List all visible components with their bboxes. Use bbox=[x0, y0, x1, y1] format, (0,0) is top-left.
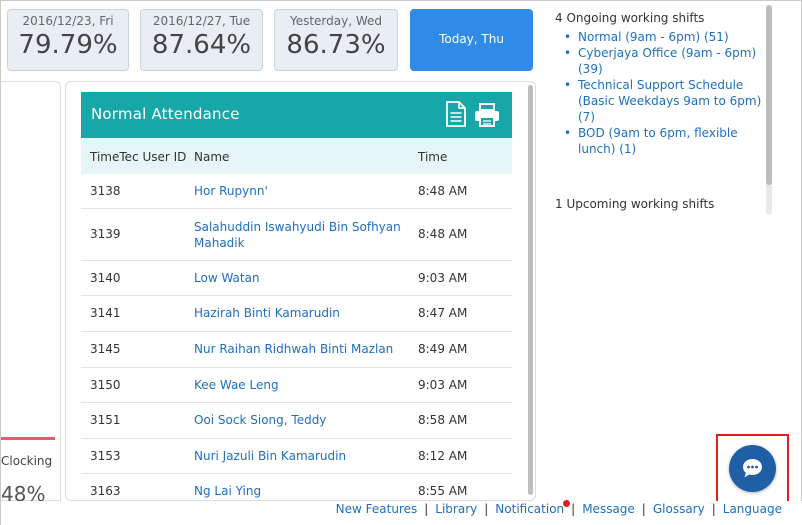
footer-separator: | bbox=[641, 502, 646, 516]
shift-link-cyberjaya[interactable]: Cyberjaya Office (9am - 6pm) (39) bbox=[564, 45, 764, 77]
document-export-icon[interactable] bbox=[445, 101, 467, 127]
row-user-id: 3145 bbox=[90, 342, 121, 356]
row-name-link[interactable]: Hor Rupynn' bbox=[194, 183, 409, 199]
shift-link-technical-support[interactable]: Technical Support Schedule (Basic Weekda… bbox=[564, 77, 764, 125]
row-name-link[interactable]: Nuri Jazuli Bin Kamarudin bbox=[194, 448, 409, 464]
print-icon[interactable] bbox=[474, 103, 500, 127]
stat-card-yesterday[interactable]: Yesterday, Wed 86.73% bbox=[274, 9, 398, 71]
attendance-table: TimeTec User ID Name Time 3138 Hor Rupyn… bbox=[81, 138, 512, 500]
attendance-scrollbar[interactable] bbox=[528, 85, 533, 495]
table-row: 3145 Nur Raihan Ridhwah Binti Mazlan 8:4… bbox=[81, 332, 512, 368]
footer-separator: | bbox=[424, 502, 429, 516]
shift-link-normal[interactable]: Normal (9am - 6pm) (51) bbox=[564, 29, 764, 45]
row-user-id: 3150 bbox=[90, 378, 121, 392]
row-time: 8:47 AM bbox=[418, 306, 468, 320]
row-name-link[interactable]: Kee Wae Leng bbox=[194, 377, 409, 393]
chat-highlight-box bbox=[716, 434, 789, 503]
shift-link-bod[interactable]: BOD (9am to 6pm, flexible lunch) (1) bbox=[564, 125, 764, 157]
stat-percentage: 86.73% bbox=[286, 30, 386, 60]
stat-card-today[interactable]: Today, Thu bbox=[410, 9, 533, 71]
table-row: 3153 Nuri Jazuli Bin Kamarudin 8:12 AM bbox=[81, 439, 512, 474]
table-row: 3138 Hor Rupynn' 8:48 AM bbox=[81, 174, 512, 209]
table-row: 3139 Salahuddin Iswahyudi Bin Sofhyan Ma… bbox=[81, 209, 512, 261]
row-time: 8:49 AM bbox=[418, 342, 468, 356]
footer-links: New Features | Library | Notification | Messag… bbox=[336, 500, 782, 516]
row-time: 9:03 AM bbox=[418, 271, 468, 285]
footer-link-glossary[interactable]: Glossary bbox=[653, 502, 705, 516]
attendance-header: Normal Attendance bbox=[81, 92, 512, 138]
row-time: 9:03 AM bbox=[418, 378, 468, 392]
ongoing-shifts-heading: 4 Ongoing working shifts bbox=[555, 11, 705, 25]
notification-dot-icon bbox=[563, 500, 571, 507]
row-user-id: 3140 bbox=[90, 271, 121, 285]
stat-date: 2016/12/23, Fri bbox=[22, 14, 114, 28]
row-name-link[interactable]: Hazirah Binti Kamarudin bbox=[194, 305, 409, 321]
working-shifts-panel: 4 Ongoing working shifts Normal (9am - 6… bbox=[551, 1, 773, 216]
table-row: 3150 Kee Wae Leng 9:03 AM bbox=[81, 368, 512, 403]
row-time: 8:48 AM bbox=[418, 184, 468, 198]
row-user-id: 3163 bbox=[90, 484, 121, 498]
stat-date: Today, Thu bbox=[439, 32, 504, 46]
attendance-panel: Normal Attendance TimeTec User ID Name T… bbox=[65, 81, 536, 501]
upcoming-shifts-heading: 1 Upcoming working shifts bbox=[555, 197, 715, 211]
footer-separator: | bbox=[571, 502, 576, 516]
notification-label: Notification bbox=[495, 502, 565, 516]
table-row: 3163 Ng Lai Ying 8:55 AM bbox=[81, 474, 512, 500]
stat-date: 2016/12/27, Tue bbox=[152, 14, 251, 28]
chat-button[interactable] bbox=[729, 445, 776, 492]
footer-link-new-features[interactable]: New Features bbox=[336, 502, 418, 516]
table-row: 3140 Low Watan 9:03 AM bbox=[81, 261, 512, 296]
row-name-link[interactable]: Nur Raihan Ridhwah Binti Mazlan bbox=[194, 341, 409, 357]
column-header-name: Name bbox=[194, 150, 230, 164]
row-user-id: 3138 bbox=[90, 184, 121, 198]
footer-separator: | bbox=[711, 502, 716, 516]
row-name-link[interactable]: Low Watan bbox=[194, 270, 409, 286]
row-time: 8:48 AM bbox=[418, 227, 468, 241]
row-name-link[interactable]: Ooi Sock Siong, Teddy bbox=[194, 412, 409, 428]
column-header-time: Time bbox=[418, 150, 448, 164]
row-name-link[interactable]: Salahuddin Iswahyudi Bin Sofhyan Mahadik bbox=[194, 219, 409, 251]
stat-percentage: 87.64% bbox=[151, 30, 252, 60]
footer-link-library[interactable]: Library bbox=[435, 502, 477, 516]
footer-link-language[interactable]: Language bbox=[723, 502, 782, 516]
column-header-id: TimeTec User ID bbox=[90, 150, 187, 164]
row-user-id: 3139 bbox=[90, 227, 121, 241]
stat-percentage: 79.79% bbox=[18, 30, 118, 60]
row-user-id: 3141 bbox=[90, 306, 121, 320]
chat-bubble-icon bbox=[743, 459, 762, 478]
footer-link-notification[interactable]: Notification bbox=[495, 500, 571, 516]
row-time: 8:58 AM bbox=[418, 413, 468, 427]
clocking-indicator-bar bbox=[1, 437, 55, 440]
attendance-title: Normal Attendance bbox=[91, 105, 240, 123]
row-user-id: 3151 bbox=[90, 413, 121, 427]
row-user-id: 3153 bbox=[90, 449, 121, 463]
clocking-label: Clocking bbox=[1, 454, 53, 468]
footer-link-message[interactable]: Message bbox=[582, 502, 635, 516]
row-name-link[interactable]: Ng Lai Ying bbox=[194, 483, 409, 499]
row-time: 8:12 AM bbox=[418, 449, 468, 463]
shifts-scrollbar-thumb[interactable] bbox=[766, 5, 772, 185]
table-row: 3141 Hazirah Binti Kamarudin 8:47 AM bbox=[81, 296, 512, 332]
ongoing-shifts-list: Normal (9am - 6pm) (51) Cyberjaya Office… bbox=[564, 29, 764, 157]
stat-date: Yesterday, Wed bbox=[289, 14, 383, 28]
clocking-panel: Clocking 48% bbox=[1, 81, 61, 506]
table-row: 3151 Ooi Sock Siong, Teddy 8:58 AM bbox=[81, 403, 512, 439]
footer-bar: New Features | Library | Notification | Messag… bbox=[1, 500, 802, 525]
stat-card-dec27[interactable]: 2016/12/27, Tue 87.64% bbox=[140, 9, 263, 71]
footer-separator: | bbox=[484, 502, 489, 516]
shifts-scrollbar[interactable] bbox=[766, 5, 772, 215]
table-header: TimeTec User ID Name Time bbox=[81, 138, 512, 174]
stat-card-dec23[interactable]: 2016/12/23, Fri 79.79% bbox=[7, 9, 129, 71]
row-time: 8:55 AM bbox=[418, 484, 468, 498]
